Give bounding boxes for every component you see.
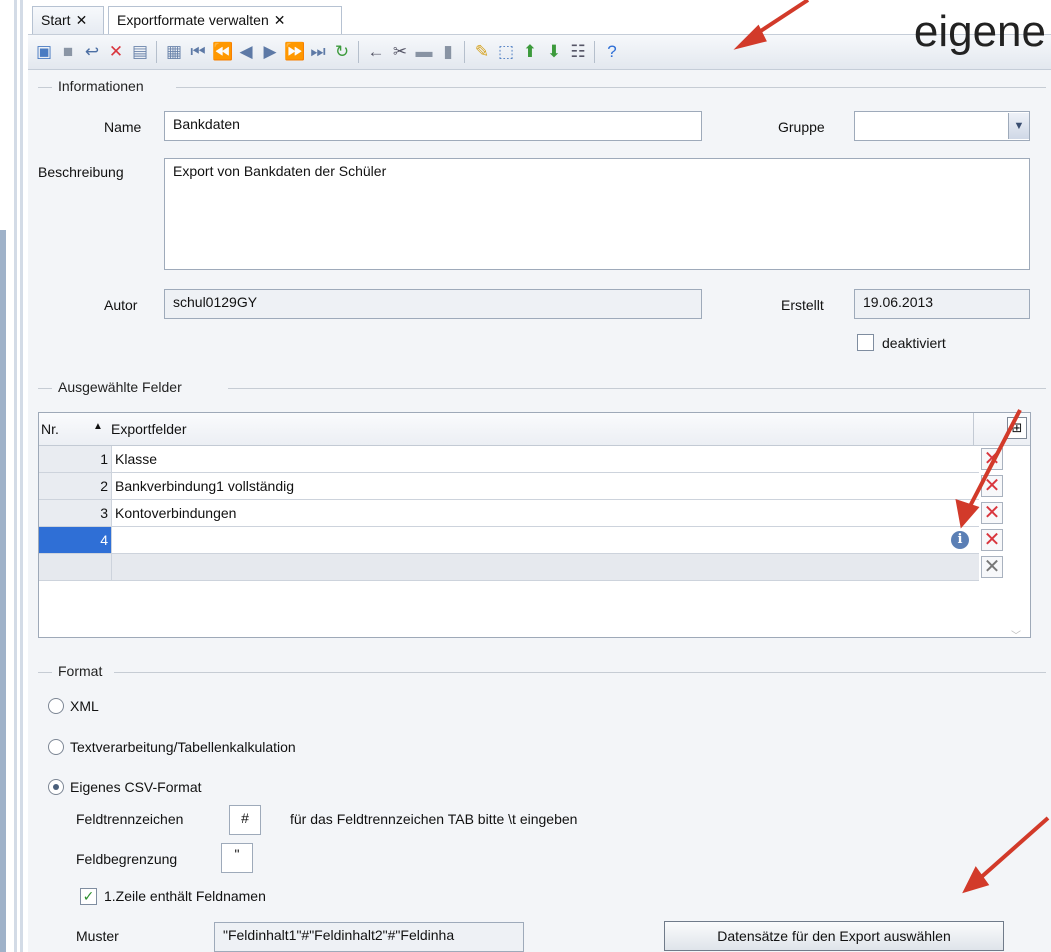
- arrow-info: [966, 409, 1022, 511]
- arrow-head: [733, 24, 767, 50]
- arrow-button: [976, 816, 1050, 882]
- arrow-head: [955, 499, 980, 529]
- annotation-arrows: [733, 0, 1050, 894]
